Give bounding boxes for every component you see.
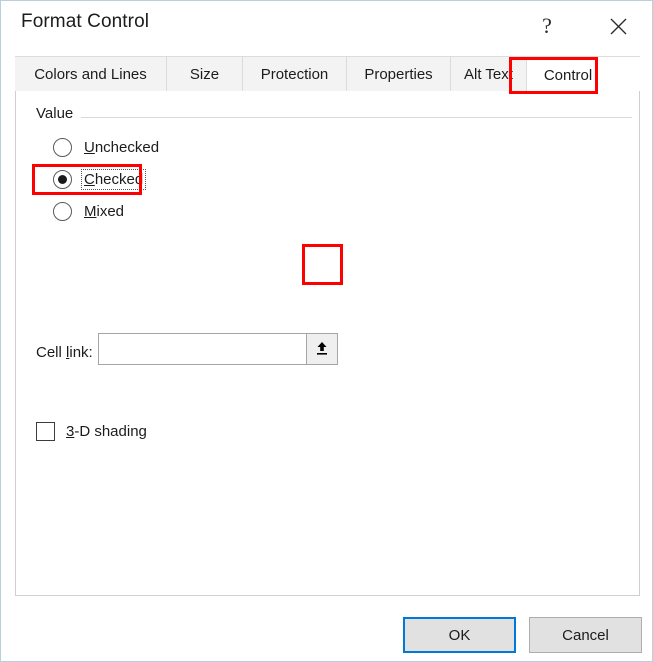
- checkbox-square-icon: [36, 421, 55, 441]
- radio-unchecked[interactable]: Unchecked: [53, 135, 161, 159]
- radio-mixed[interactable]: Mixed: [53, 199, 126, 223]
- help-button[interactable]: ?: [525, 6, 569, 46]
- radio-checked-label: Checked: [80, 168, 147, 190]
- control-tab-panel: Value Unchecked Checked Mixed Cell link:: [15, 91, 640, 596]
- cell-link-label: Cell link:: [36, 344, 93, 361]
- ok-button[interactable]: OK: [403, 617, 516, 653]
- tab-alt-text[interactable]: Alt Text: [451, 57, 527, 92]
- value-group-label: Value: [36, 105, 82, 122]
- tab-properties[interactable]: Properties: [347, 57, 451, 92]
- radio-checked[interactable]: Checked: [53, 167, 147, 191]
- value-group-separator: [36, 117, 632, 118]
- cancel-button[interactable]: Cancel: [529, 617, 642, 653]
- close-button[interactable]: [596, 6, 640, 46]
- checkbox-3d-shading-label: 3-D shading: [66, 422, 147, 440]
- question-mark-icon: ?: [542, 13, 552, 38]
- cell-link-range-button[interactable]: [306, 333, 338, 365]
- tab-size[interactable]: Size: [167, 57, 243, 92]
- format-control-dialog: Format Control ? Colors and Lines Size P…: [0, 0, 653, 662]
- tab-colors-and-lines[interactable]: Colors and Lines: [15, 57, 167, 92]
- page-title: Format Control: [21, 11, 150, 32]
- tab-protection[interactable]: Protection: [243, 57, 347, 92]
- radio-circle-icon: [53, 201, 72, 221]
- tab-strip: Colors and Lines Size Protection Propert…: [15, 56, 640, 93]
- radio-circle-selected-icon: [53, 169, 72, 189]
- collapse-dialog-arrow-icon: [317, 342, 327, 355]
- close-icon: [610, 18, 626, 34]
- cell-link-input[interactable]: [98, 333, 320, 365]
- radio-circle-icon: [53, 137, 72, 157]
- tab-control[interactable]: Control: [527, 57, 609, 93]
- checkbox-3d-shading[interactable]: 3-D shading: [36, 419, 147, 443]
- title-bar: Format Control ?: [2, 2, 652, 50]
- radio-unchecked-label: Unchecked: [84, 138, 160, 156]
- radio-mixed-label: Mixed: [84, 202, 125, 220]
